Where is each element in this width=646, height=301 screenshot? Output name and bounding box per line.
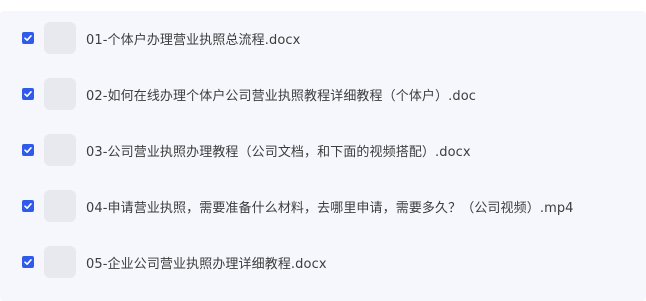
checkmark-icon (24, 91, 32, 97)
file-checkbox[interactable] (22, 200, 34, 212)
file-thumbnail (44, 78, 76, 110)
file-thumbnail (44, 246, 76, 278)
checkmark-icon (24, 259, 32, 265)
checkmark-icon (24, 203, 32, 209)
file-thumbnail (44, 134, 76, 166)
file-name[interactable]: 02-如何在线办理个体户公司营业执照教程详细教程（个体户）.doc (86, 85, 476, 104)
file-checkbox[interactable] (22, 256, 34, 268)
file-row[interactable]: 02-如何在线办理个体户公司营业执照教程详细教程（个体户）.doc (0, 76, 646, 112)
file-checkbox[interactable] (22, 88, 34, 100)
file-thumbnail (44, 22, 76, 54)
file-checkbox[interactable] (22, 32, 34, 44)
file-checkbox[interactable] (22, 144, 34, 156)
file-name[interactable]: 05-企业公司营业执照办理详细教程.docx (86, 253, 327, 272)
file-name[interactable]: 04-申请营业执照，需要准备什么材料，去哪里申请，需要多久？（公司视频）.mp4 (86, 197, 574, 216)
file-thumbnail (44, 190, 76, 222)
checkmark-icon (24, 147, 32, 153)
file-row[interactable]: 05-企业公司营业执照办理详细教程.docx (0, 244, 646, 280)
file-row[interactable]: 01-个体户办理营业执照总流程.docx (0, 20, 646, 56)
checkmark-icon (24, 35, 32, 41)
file-name[interactable]: 03-公司营业执照办理教程（公司文档，和下面的视频搭配）.docx (86, 141, 471, 160)
file-row[interactable]: 03-公司营业执照办理教程（公司文档，和下面的视频搭配）.docx (0, 132, 646, 168)
file-row[interactable]: 04-申请营业执照，需要准备什么材料，去哪里申请，需要多久？（公司视频）.mp4 (0, 188, 646, 224)
file-name[interactable]: 01-个体户办理营业执照总流程.docx (86, 29, 300, 48)
file-list-panel: 01-个体户办理营业执照总流程.docx 02-如何在线办理个体户公司营业执照教… (0, 11, 646, 301)
